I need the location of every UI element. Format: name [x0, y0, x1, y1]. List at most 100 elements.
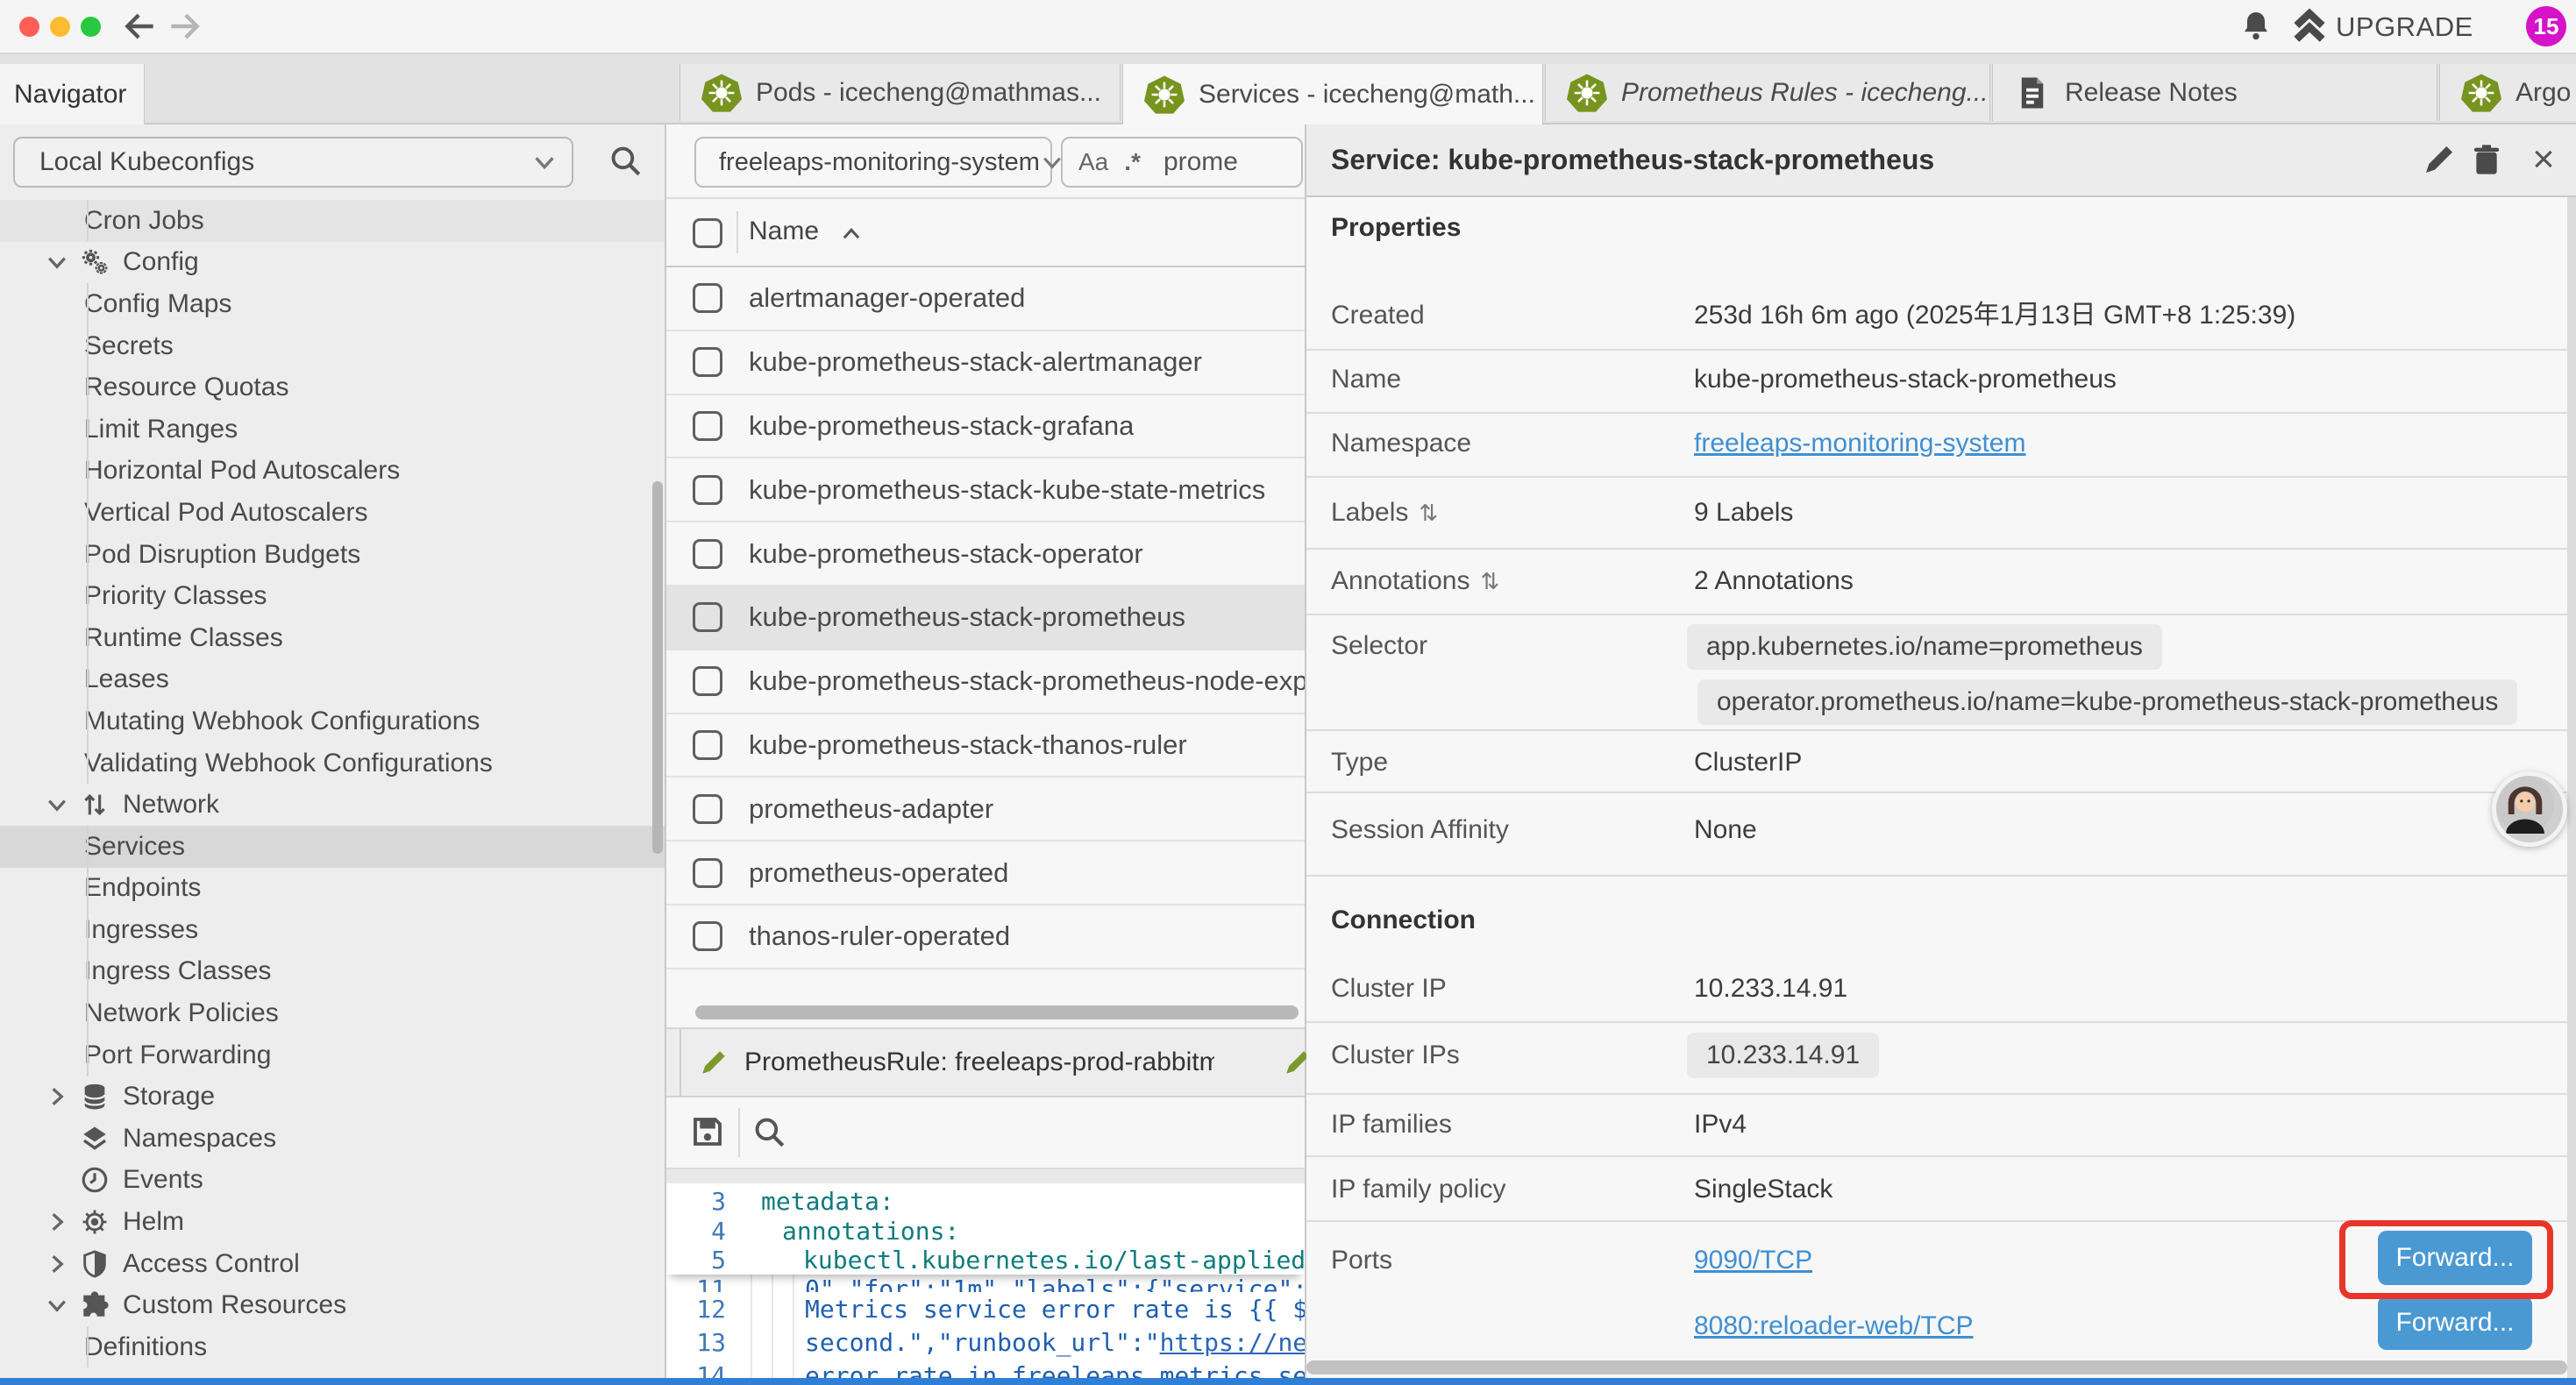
table-row[interactable]: prometheus-adapter	[666, 778, 1305, 842]
sidebar-item-ingress-classes[interactable]: Ingress Classes	[0, 951, 665, 993]
search-input[interactable]: Aa .* prome	[1061, 137, 1303, 188]
notifications-bell-icon[interactable]	[2238, 8, 2274, 43]
delete-trash-icon[interactable]	[2469, 142, 2506, 179]
sidebar-item-vertical-pod-autoscalers[interactable]: Vertical Pod Autoscalers	[0, 492, 665, 534]
sidebar-item-mutating-webhook-configurations[interactable]: Mutating Webhook Configurations	[0, 700, 665, 742]
sticky-context-lines: 3metadata: 4annotations: 5kubectl.kubern…	[666, 1183, 1305, 1275]
details-horizontal-scrollbar[interactable]	[1306, 1360, 2567, 1374]
table-row[interactable]: alertmanager-operated	[666, 267, 1305, 331]
sidebar-item-events[interactable]: Events	[0, 1160, 665, 1202]
sidebar-item-network[interactable]: Network	[0, 784, 665, 826]
namespace-link[interactable]: freeleaps-monitoring-system	[1694, 426, 2025, 461]
zoom-window-button[interactable]	[81, 17, 101, 37]
assistant-avatar[interactable]	[2492, 771, 2567, 847]
row-checkbox[interactable]	[693, 539, 722, 569]
search-icon[interactable]	[607, 142, 644, 179]
sidebar-item-pod-disruption-budgets[interactable]: Pod Disruption Budgets	[0, 534, 665, 576]
code-link[interactable]: https://net	[1160, 1328, 1305, 1357]
row-checkbox[interactable]	[693, 858, 722, 888]
horizontal-scrollbar[interactable]	[695, 1005, 1299, 1019]
table-row-selected[interactable]: kube-prometheus-stack-prometheus	[666, 586, 1305, 650]
sidebar-item-custom-resources[interactable]: Custom Resources	[0, 1284, 665, 1326]
close-panel-icon[interactable]: ×	[2525, 142, 2562, 179]
table-row[interactable]: prometheus-operated	[666, 842, 1305, 906]
close-window-button[interactable]	[19, 17, 39, 37]
row-checkbox[interactable]	[693, 283, 722, 313]
sidebar-item-cron-jobs[interactable]: Cron Jobs	[0, 200, 665, 242]
close-tab-icon[interactable]: ×	[1535, 79, 1543, 110]
namespace-filter-select[interactable]: freeleaps-monitoring-system	[694, 137, 1052, 188]
table-row[interactable]: thanos-ruler-operated	[666, 906, 1305, 970]
tab-release-notes[interactable]: Release Notes	[1992, 64, 2437, 121]
forward-arrow-icon[interactable]	[165, 7, 203, 46]
row-checkbox[interactable]	[693, 475, 722, 505]
tab-prometheus-rules[interactable]: Prometheus Rules - icecheng...	[1545, 64, 1990, 121]
service-details-panel: Service: kube-prometheus-stack-prometheu…	[1306, 124, 2576, 1378]
sidebar-item-config[interactable]: Config	[0, 242, 665, 284]
sidebar-scrollbar[interactable]	[652, 481, 663, 854]
table-row[interactable]: kube-prometheus-stack-thanos-ruler	[666, 714, 1305, 778]
expand-updown-icon[interactable]: ⇅	[1419, 500, 1438, 526]
sidebar-item-services[interactable]: Services	[0, 826, 665, 868]
sidebar-item-endpoints[interactable]: Endpoints	[0, 868, 665, 910]
save-icon[interactable]	[689, 1113, 726, 1150]
annotations-value[interactable]: 2 Annotations	[1694, 564, 1854, 599]
row-checkbox[interactable]	[693, 730, 722, 760]
table-row[interactable]: kube-prometheus-stack-alertmanager	[666, 331, 1305, 395]
table-row[interactable]: kube-prometheus-stack-grafana	[666, 395, 1305, 459]
upgrade-label[interactable]: UPGRADE	[2336, 11, 2473, 43]
sidebar-item-namespaces[interactable]: Namespaces	[0, 1118, 665, 1160]
profile-badge[interactable]: 15	[2526, 6, 2566, 46]
forward-port-button[interactable]: Forward...	[2378, 1296, 2532, 1350]
tab-argo[interactable]: Argo Se	[2439, 64, 2576, 121]
row-checkbox[interactable]	[693, 921, 722, 951]
table-row[interactable]: kube-prometheus-stack-kube-state-metrics	[666, 458, 1305, 522]
row-checkbox[interactable]	[693, 411, 722, 441]
sidebar-item-horizontal-pod-autoscalers[interactable]: Horizontal Pod Autoscalers	[0, 451, 665, 493]
expand-updown-icon[interactable]: ⇅	[1480, 568, 1499, 594]
code-line: metadata:	[761, 1187, 894, 1216]
sidebar-item-resource-quotas[interactable]: Resource Quotas	[0, 366, 665, 408]
sidebar-item-definitions[interactable]: Definitions	[0, 1326, 665, 1368]
kubeconfig-selector[interactable]: Local Kubeconfigs	[13, 137, 573, 188]
editor-tab-partial[interactable]	[1214, 1029, 1305, 1096]
sidebar-item-access-control[interactable]: Access Control	[0, 1243, 665, 1285]
name-column-header[interactable]: Name	[749, 217, 819, 246]
row-checkbox[interactable]	[693, 794, 722, 824]
editor-tab-prometheusrule[interactable]: PrometheusRule: freeleaps-prod-rabbitmq	[680, 1029, 1216, 1096]
sidebar-item-helm[interactable]: Helm	[0, 1201, 665, 1243]
sidebar-item-port-forwarding[interactable]: Port Forwarding	[0, 1034, 665, 1076]
sidebar-item-runtime-classes[interactable]: Runtime Classes	[0, 617, 665, 659]
port-link[interactable]: 9090/TCP	[1694, 1243, 1812, 1278]
match-case-toggle[interactable]: Aa	[1078, 148, 1108, 176]
details-vertical-scrollbar[interactable]	[2567, 197, 2576, 1378]
table-row[interactable]: kube-prometheus-stack-prometheus-node-ex…	[666, 650, 1305, 714]
regex-toggle[interactable]: .*	[1124, 148, 1141, 176]
sidebar-item-network-policies[interactable]: Network Policies	[0, 992, 665, 1034]
back-arrow-icon[interactable]	[121, 7, 160, 46]
tab-services[interactable]: Services - icecheng@math... ×	[1122, 64, 1543, 124]
table-row[interactable]: kube-prometheus-stack-operator	[666, 522, 1305, 586]
sidebar-item-config-maps[interactable]: Config Maps	[0, 283, 665, 325]
edit-pencil-icon[interactable]	[2422, 142, 2459, 179]
minimize-window-button[interactable]	[50, 17, 70, 37]
row-checkbox[interactable]	[693, 602, 722, 632]
search-icon[interactable]	[751, 1113, 787, 1150]
row-checkbox[interactable]	[693, 666, 722, 696]
select-all-checkbox[interactable]	[693, 218, 722, 248]
row-checkbox[interactable]	[693, 347, 722, 377]
sort-ascending-icon[interactable]	[840, 224, 863, 246]
sidebar-item-ingresses[interactable]: Ingresses	[0, 909, 665, 951]
tab-navigator[interactable]: Navigator	[0, 64, 145, 124]
sidebar-item-priority-classes[interactable]: Priority Classes	[0, 575, 665, 617]
upgrade-chevrons-icon[interactable]	[2290, 7, 2329, 46]
sidebar-item-secrets[interactable]: Secrets	[0, 325, 665, 367]
labels-value[interactable]: 9 Labels	[1694, 495, 1793, 530]
sidebar-item-storage[interactable]: Storage	[0, 1076, 665, 1118]
sidebar-item-leases[interactable]: Leases	[0, 659, 665, 701]
port-link[interactable]: 8080:reloader-web/TCP	[1694, 1309, 1974, 1344]
yaml-editor[interactable]: 3metadata: 4annotations: 5kubectl.kubern…	[666, 1183, 1305, 1378]
sidebar-item-limit-ranges[interactable]: Limit Ranges	[0, 408, 665, 451]
sidebar-item-validating-webhook-configurations[interactable]: Validating Webhook Configurations	[0, 742, 665, 785]
tab-pods[interactable]: Pods - icecheng@mathmas...	[680, 64, 1121, 121]
